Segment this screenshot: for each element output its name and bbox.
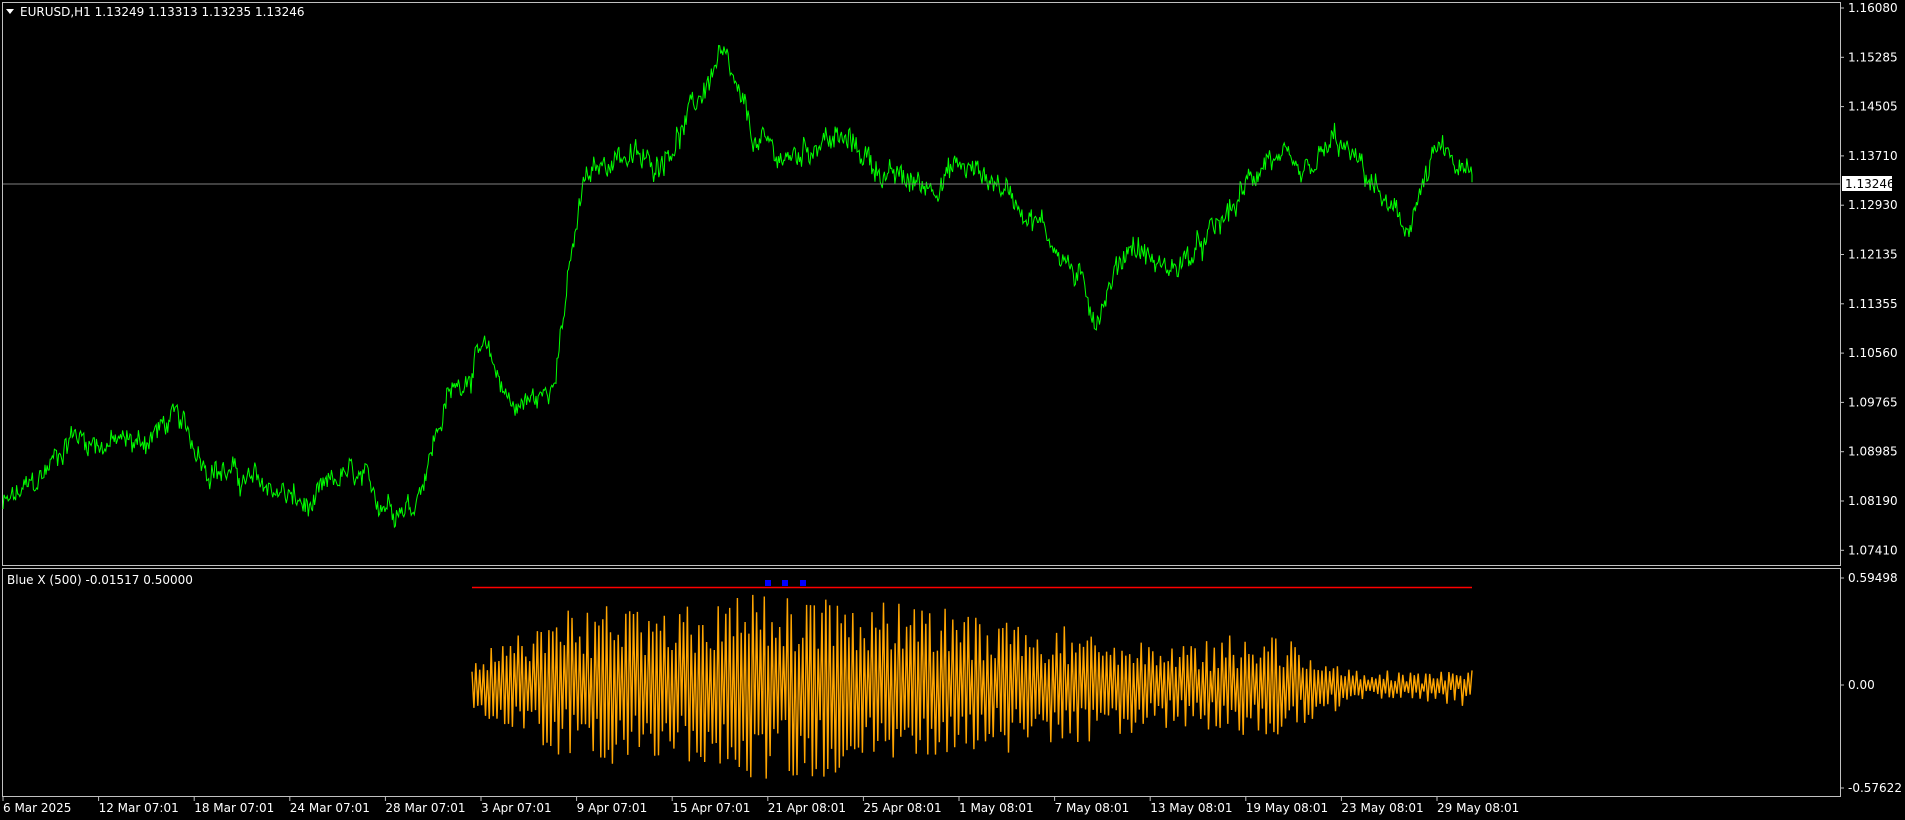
price-tick-label: 1.15285 <box>1848 50 1898 64</box>
price-tick-label: 1.12930 <box>1848 198 1898 212</box>
indicator-tick-label: 0.59498 <box>1848 571 1898 585</box>
price-tick-label: 1.12135 <box>1848 248 1898 262</box>
main-panel-header: EURUSD,H1 1.13249 1.13313 1.13235 1.1324… <box>20 5 305 19</box>
time-tick-label: 15 Apr 07:01 <box>672 801 750 815</box>
time-tick-label: 13 May 08:01 <box>1150 801 1232 815</box>
price-tick-label: 1.16080 <box>1848 1 1898 15</box>
time-tick-label: 9 Apr 07:01 <box>577 801 648 815</box>
chart-canvas[interactable]: EURUSD,H1 1.13249 1.13313 1.13235 1.1324… <box>0 0 1905 820</box>
time-tick-label: 28 Mar 07:01 <box>385 801 465 815</box>
indicator-line <box>471 594 1473 779</box>
time-tick-label: 29 May 08:01 <box>1437 801 1519 815</box>
indicator-tick-label: 0.00 <box>1848 678 1875 692</box>
price-line <box>2 44 1473 529</box>
indicator-tick-label: -0.57622 <box>1848 781 1902 795</box>
price-tick-label: 1.13710 <box>1848 149 1898 163</box>
signal-marker <box>800 580 806 586</box>
time-tick-label: 24 Mar 07:01 <box>290 801 370 815</box>
price-tick-label: 1.14505 <box>1848 100 1898 114</box>
indicator-axis[interactable]: 0.59498 0.00 -0.57622 <box>1840 571 1902 795</box>
price-tick-label: 1.08190 <box>1848 494 1898 508</box>
price-tick-label: 1.10560 <box>1848 346 1898 360</box>
main-panel-frame <box>2 2 1841 566</box>
price-tick-label: 1.09765 <box>1848 395 1898 409</box>
signal-marker <box>782 580 788 586</box>
time-tick-label: 3 Apr 07:01 <box>481 801 552 815</box>
time-tick-label: 21 Apr 08:01 <box>768 801 846 815</box>
signal-markers <box>765 580 806 586</box>
price-axis[interactable]: 1.16080 1.15285 1.14505 1.13710 1.12930 1.121… <box>1840 1 1898 557</box>
time-tick-label: 18 Mar 07:01 <box>194 801 274 815</box>
price-tick-label: 1.07410 <box>1848 543 1898 557</box>
time-tick-label: 25 Apr 08:01 <box>863 801 941 815</box>
time-axis[interactable]: 6 Mar 2025 12 Mar 07:01 18 Mar 07:01 24 Mar… <box>2 797 1519 815</box>
indicator-series <box>471 594 1473 779</box>
time-tick-label: 6 Mar 2025 <box>3 801 71 815</box>
price-tick-label: 1.08985 <box>1848 445 1898 459</box>
indicator-panel-header: Blue X (500) -0.01517 0.50000 <box>7 573 193 587</box>
time-tick-label: 19 May 08:01 <box>1246 801 1328 815</box>
signal-marker <box>765 580 771 586</box>
time-tick-label: 7 May 08:01 <box>1055 801 1130 815</box>
triangle-down-icon[interactable] <box>6 9 14 14</box>
bid-price-label: 1.13246 <box>1845 177 1895 191</box>
time-tick-label: 1 May 08:01 <box>959 801 1034 815</box>
price-series <box>2 44 1473 529</box>
price-tick-label: 1.11355 <box>1848 297 1898 311</box>
time-tick-label: 23 May 08:01 <box>1341 801 1423 815</box>
time-tick-label: 12 Mar 07:01 <box>99 801 179 815</box>
trading-chart-window[interactable]: EURUSD,H1 1.13249 1.13313 1.13235 1.1324… <box>0 0 1905 820</box>
